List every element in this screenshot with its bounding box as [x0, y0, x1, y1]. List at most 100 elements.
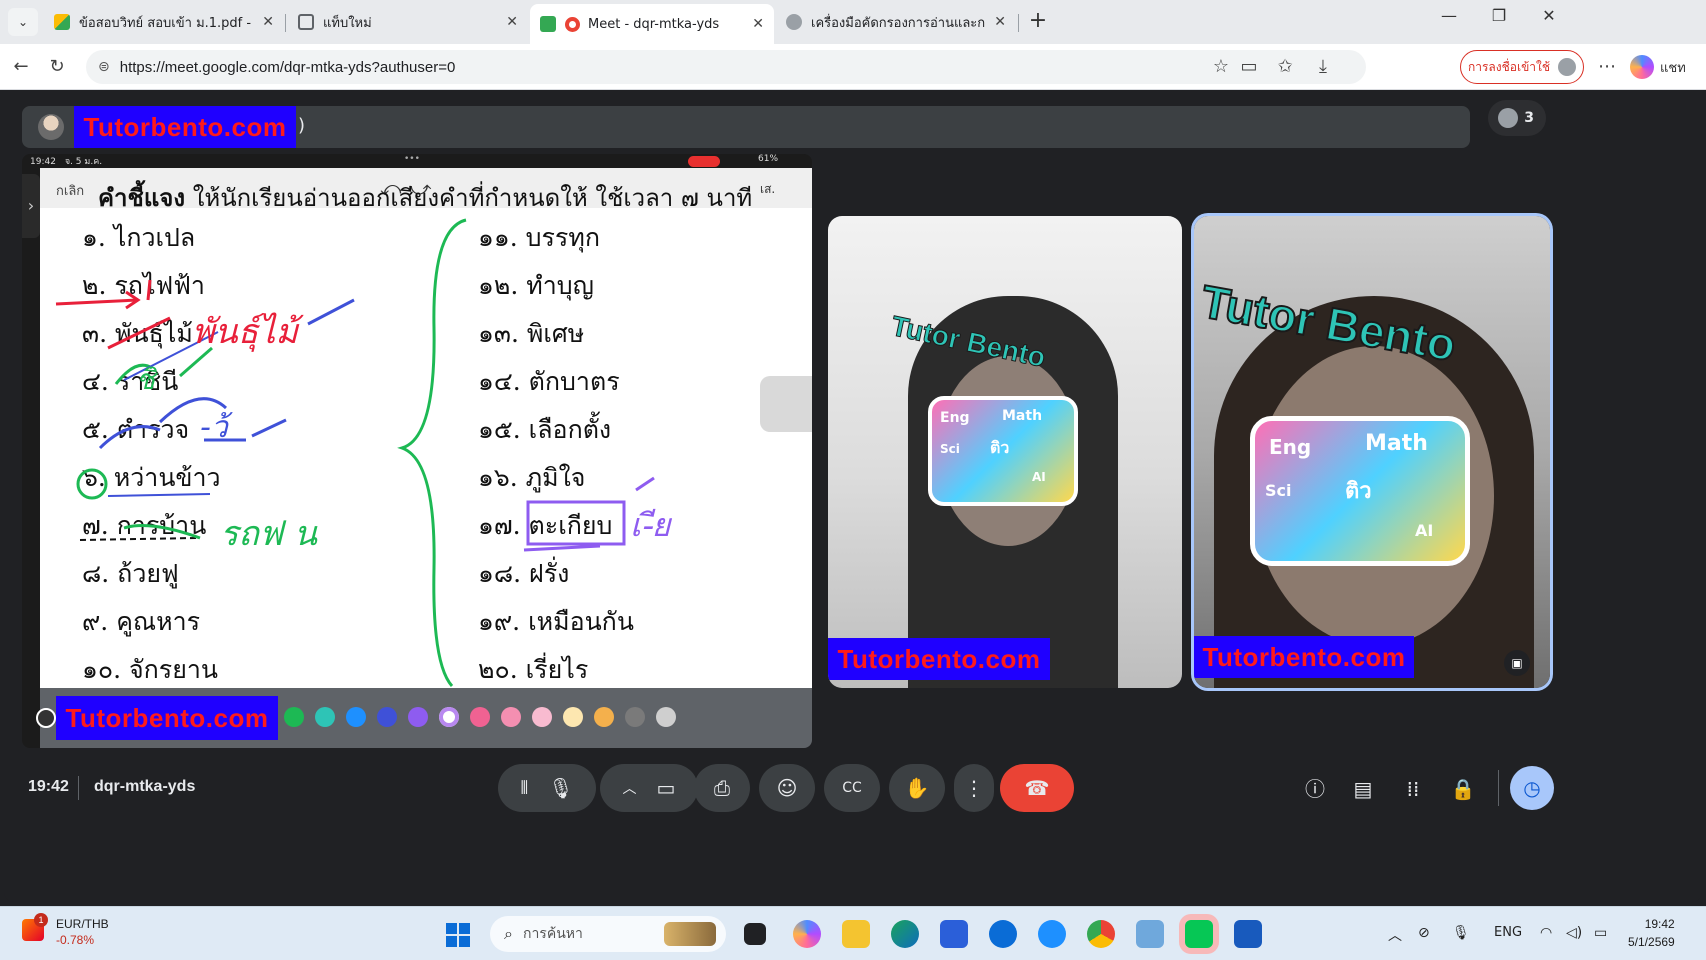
close-icon[interactable]: ✕: [752, 16, 764, 32]
more-menu-icon[interactable]: ⋯: [1594, 54, 1620, 80]
favorites-icon[interactable]: ✩: [1272, 54, 1298, 80]
clock-date: 5/1/2569: [1628, 935, 1675, 949]
tutor-bento-sticker: Eng Math Sci ติว AI: [928, 396, 1078, 506]
color-swatch[interactable]: [625, 707, 645, 727]
search-placeholder: การค้นหา: [522, 926, 583, 942]
copilot-taskbar-icon[interactable]: [793, 920, 821, 948]
restore-icon[interactable]: ❐: [1474, 6, 1524, 25]
tab-meet[interactable]: Meet - dqr-mtka-yds ✕: [530, 4, 774, 44]
mic-control[interactable]: ⦀ 🎙: [498, 764, 596, 812]
participants-button[interactable]: 3: [1488, 100, 1546, 136]
color-swatch[interactable]: [470, 707, 490, 727]
done-button[interactable]: เส.: [760, 180, 775, 199]
color-swatch[interactable]: [377, 707, 397, 727]
color-swatch[interactable]: [315, 707, 335, 727]
video-camera-icon[interactable]: ▭: [657, 776, 676, 800]
pen-tool-icon[interactable]: [36, 708, 56, 728]
photos-icon[interactable]: [1136, 920, 1164, 948]
word-icon[interactable]: [1234, 920, 1262, 948]
ipad-status-bar: 19:42 จ. 5 ม.ค. ••• 61%: [22, 154, 812, 168]
google-meet-icon: [540, 16, 556, 32]
download-icon[interactable]: ⤓: [1310, 54, 1336, 80]
color-swatch-selected[interactable]: [439, 707, 459, 727]
meet-window: Tutorbento.com ) 3 19:42 จ. 5 ม.ค. ••• 6…: [4, 90, 1702, 902]
tab-reading-tool[interactable]: เครื่องมือคัดกรองการอ่านและการเขียน ป ✕: [776, 5, 1016, 39]
host-controls-icon[interactable]: 🔒: [1448, 774, 1478, 804]
profile-avatar: [1558, 58, 1577, 76]
present-screen-button[interactable]: ⎙: [694, 764, 750, 812]
tab-new-tab[interactable]: แท็บใหม่ ✕: [288, 5, 528, 39]
color-swatch[interactable]: [656, 707, 676, 727]
tab-pdf[interactable]: ข้อสอบวิทย์ สอบเข้า ม.1.pdf - Google ✕: [44, 5, 284, 39]
tab-search-dropdown-icon[interactable]: ⌄: [8, 8, 38, 36]
color-swatch[interactable]: [284, 707, 304, 727]
back-arrow-icon[interactable]: ←: [8, 54, 34, 80]
recording-icon: [565, 16, 580, 32]
color-swatch[interactable]: [594, 707, 614, 727]
reactions-button[interactable]: ☺: [759, 764, 815, 812]
chat-icon[interactable]: ▤: [1348, 774, 1378, 804]
wifi-icon[interactable]: ◠: [1540, 925, 1552, 941]
hp-icon[interactable]: [989, 920, 1017, 948]
annotation-item3: พันธุ์ไม้: [192, 312, 298, 352]
close-icon[interactable]: ✕: [506, 14, 518, 30]
color-swatch[interactable]: [501, 707, 521, 727]
language-indicator[interactable]: ENG: [1494, 925, 1522, 940]
meeting-timer-icon[interactable]: ◷: [1510, 766, 1554, 810]
taskbar-search[interactable]: ⌕ การค้นหา: [490, 916, 726, 952]
sidebar-handle-icon[interactable]: ›: [22, 174, 40, 238]
color-swatch[interactable]: [532, 707, 552, 727]
raise-hand-button[interactable]: ✋: [889, 764, 945, 812]
annotation-item7: รถฟ น: [220, 514, 317, 554]
color-swatch[interactable]: [346, 707, 366, 727]
signin-button[interactable]: การลงชื่อเข้าใช้: [1460, 50, 1584, 84]
floating-assistive-button[interactable]: [760, 376, 812, 432]
address-bar[interactable]: ⊜ https://meet.google.com/dqr-mtka-yds?a…: [86, 50, 1366, 84]
star-bookmark-icon[interactable]: ☆: [1208, 54, 1234, 80]
store-icon[interactable]: [940, 920, 968, 948]
chevron-up-icon[interactable]: ︿: [1388, 925, 1402, 945]
close-window-icon[interactable]: ✕: [1524, 6, 1574, 25]
tab-label: แท็บใหม่: [323, 15, 372, 31]
system-clock[interactable]: 19:42 5/1/2569: [1628, 915, 1675, 951]
camera-permission-icon[interactable]: ▭: [1236, 54, 1262, 80]
minimize-icon[interactable]: —: [1424, 6, 1474, 25]
pip-icon[interactable]: ▣: [1504, 650, 1530, 676]
site-info-icon[interactable]: ⊜: [98, 59, 110, 75]
new-tab-page-icon: [298, 14, 314, 30]
help-icon[interactable]: [1038, 920, 1066, 948]
watermark: Tutorbento.com: [1194, 636, 1414, 678]
chrome-icon[interactable]: [1087, 920, 1115, 948]
leave-call-button[interactable]: ☎: [1000, 764, 1074, 812]
more-options-button[interactable]: ⋮: [954, 764, 994, 812]
emoji-icon: ☺: [776, 776, 798, 800]
windows-start-icon[interactable]: [446, 923, 470, 947]
new-tab-button[interactable]: +: [1024, 8, 1052, 36]
copilot-icon: [1630, 55, 1654, 79]
task-view-icon[interactable]: [744, 923, 766, 945]
close-icon[interactable]: ✕: [262, 14, 274, 30]
volume-icon[interactable]: ◁): [1566, 925, 1582, 941]
onedrive-off-icon[interactable]: ⊘: [1418, 925, 1430, 941]
battery-icon[interactable]: ▭: [1594, 925, 1607, 941]
participant-tile[interactable]: Eng Math Sci ติว AI Tutor Bento Tutorben…: [828, 216, 1182, 688]
microphone-tray-icon[interactable]: 🎙: [1452, 925, 1470, 941]
line-app-icon[interactable]: [1185, 920, 1213, 948]
captions-button[interactable]: CC: [824, 764, 880, 812]
camera-control[interactable]: ︿ ▭: [600, 764, 698, 812]
participant-tile-active[interactable]: Eng Math Sci ติว AI Tutor Bento Tutorben…: [1194, 216, 1550, 688]
participant-count: 3: [1524, 110, 1534, 126]
hand-icon: ✋: [904, 776, 930, 800]
chevron-up-icon[interactable]: ︿: [623, 778, 637, 798]
microphone-icon[interactable]: 🎙: [548, 776, 573, 800]
close-icon[interactable]: ✕: [994, 14, 1006, 30]
edge-icon[interactable]: [891, 920, 919, 948]
color-swatch[interactable]: [563, 707, 583, 727]
file-explorer-icon[interactable]: [842, 920, 870, 948]
copilot-chat-button[interactable]: แชท: [1630, 52, 1686, 82]
activities-icon[interactable]: ⁞⁞: [1398, 774, 1428, 804]
color-swatch[interactable]: [408, 707, 428, 727]
cancel-button[interactable]: กเลิก: [56, 180, 84, 201]
reload-icon[interactable]: ↻: [44, 54, 70, 80]
meeting-info-icon[interactable]: ⓘ: [1300, 774, 1330, 804]
